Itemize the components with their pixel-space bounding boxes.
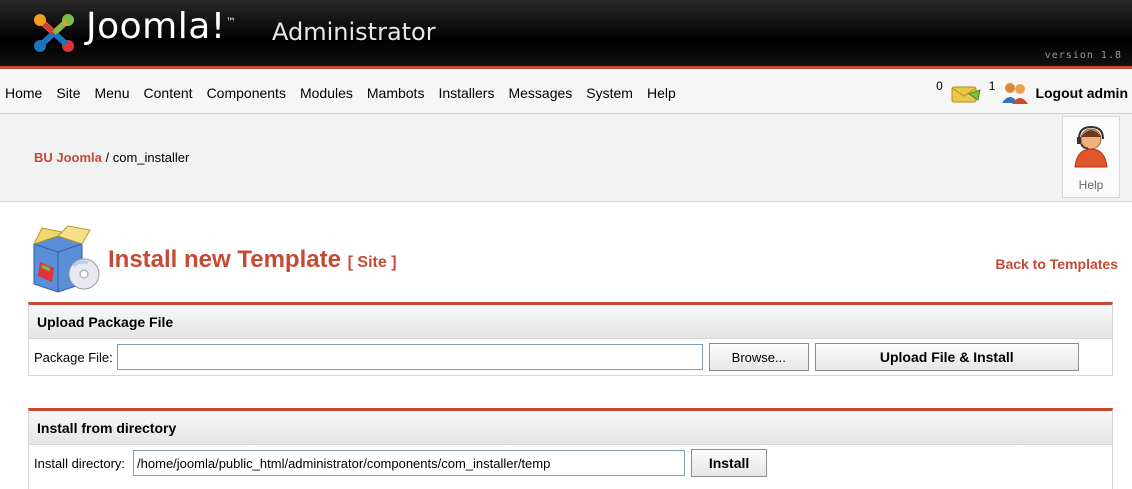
package-file-input[interactable] [116, 344, 703, 370]
help-button[interactable]: Help [1062, 116, 1120, 198]
mail-icon[interactable] [949, 80, 983, 106]
page-title-site: [ Site ] [347, 254, 397, 271]
pathway-bar: BU Joomla / com_installer Help [0, 114, 1132, 202]
menu-item-help[interactable]: Help [640, 85, 683, 101]
upload-section-title: Upload Package File [29, 305, 1112, 339]
menu-item-site[interactable]: Site [49, 85, 87, 101]
directory-section-title: Install from directory [29, 411, 1112, 445]
browse-button[interactable]: Browse... [708, 343, 809, 371]
users-count: 1 [988, 79, 996, 93]
joomla-logo-text: Joomla!™ [86, 6, 237, 47]
support-agent-icon [1074, 125, 1108, 168]
upload-install-button[interactable]: Upload File & Install [814, 343, 1079, 371]
page-title: Install new Template [ Site ] [108, 246, 397, 273]
administrator-title: Administrator [272, 18, 436, 46]
directory-row: Install directory: Install [29, 445, 1112, 481]
install-directory-label: Install directory: [34, 455, 126, 471]
breadcrumb-separator: / [101, 150, 113, 165]
back-to-templates-link[interactable]: Back to Templates [995, 256, 1118, 272]
install-directory-panel: Install from directory Install directory… [28, 408, 1113, 489]
joomla-logo-icon [34, 14, 74, 52]
install-package-icon [33, 225, 100, 293]
menu-item-home[interactable]: Home [0, 85, 49, 101]
version-label: version 1.8 [1044, 50, 1122, 61]
header-bar: Joomla!™ Administrator version 1.8 [0, 0, 1132, 69]
menu-item-menu[interactable]: Menu [87, 85, 136, 101]
breadcrumb-site-link[interactable]: BU Joomla [34, 150, 102, 165]
help-label: Help [1078, 178, 1104, 192]
menu-item-modules[interactable]: Modules [293, 85, 360, 101]
menu-item-system[interactable]: System [579, 85, 640, 101]
logout-link[interactable]: Logout admin [1035, 85, 1128, 101]
main-menu: Home Site Menu Content Components Module… [0, 72, 683, 114]
upload-row: Package File: Browse... Upload File & In… [29, 339, 1112, 375]
page-heading: Install new Template [ Site ] Back to Te… [28, 222, 1118, 294]
install-button[interactable]: Install [691, 449, 768, 477]
menu-item-installers[interactable]: Installers [431, 85, 501, 101]
upload-package-panel: Upload Package File Package File: Browse… [28, 302, 1113, 376]
main-menu-bar: Home Site Menu Content Components Module… [0, 72, 1132, 114]
menu-item-messages[interactable]: Messages [501, 85, 579, 101]
breadcrumb-current: com_installer [112, 150, 190, 165]
messages-count: 0 [936, 79, 943, 93]
users-icon[interactable] [1001, 81, 1029, 105]
menu-item-content[interactable]: Content [137, 85, 200, 101]
menu-item-mambots[interactable]: Mambots [360, 85, 432, 101]
status-area: 0 1 Logout admin [936, 72, 1128, 114]
breadcrumb: BU Joomla / com_installer [34, 150, 189, 165]
menu-item-components[interactable]: Components [200, 85, 293, 101]
install-directory-input[interactable] [133, 450, 686, 476]
package-file-label: Package File: [34, 349, 113, 365]
